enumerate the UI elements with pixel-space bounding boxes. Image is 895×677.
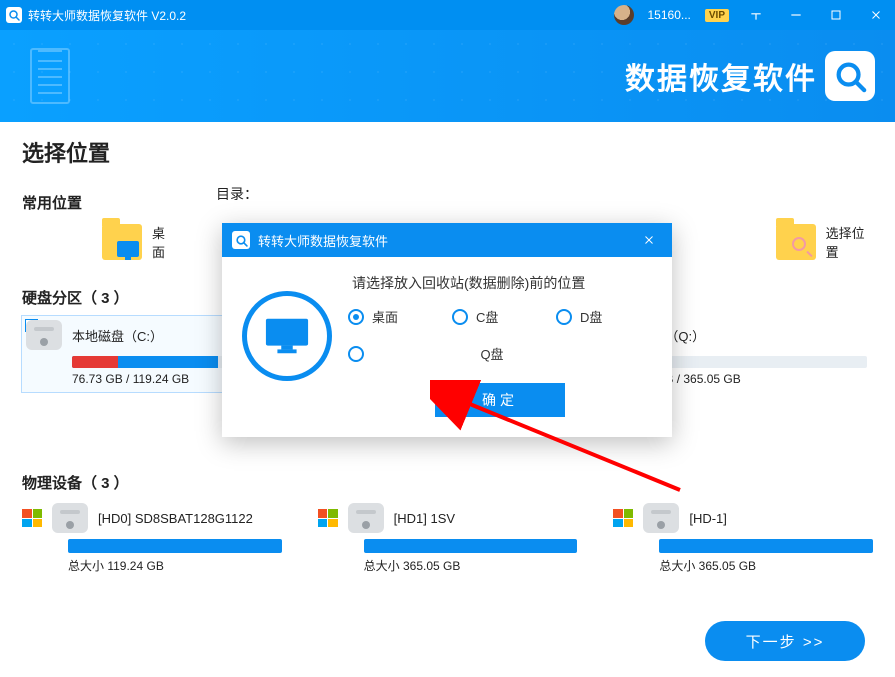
device-hd-1[interactable]: [HD-1] 总大小 365.05 GB	[613, 503, 873, 574]
device-hd0[interactable]: [HD0] SD8SBAT128G1122 总大小 119.24 GB	[22, 503, 282, 574]
desktop-item[interactable]: 桌面	[102, 223, 176, 261]
desktop-label: 桌面	[152, 223, 176, 261]
option-label: Q盘	[332, 344, 652, 363]
dialog-title: 转转大师数据恢复软件	[258, 231, 388, 250]
pin-icon[interactable]	[743, 2, 769, 28]
option-d[interactable]: D盘	[556, 307, 652, 326]
ok-button[interactable]: 确定	[435, 383, 565, 417]
minimize-icon[interactable]	[783, 2, 809, 28]
option-label: C盘	[476, 307, 498, 326]
device-size: 总大小 119.24 GB	[68, 557, 282, 574]
next-button[interactable]: 下一步 >>	[705, 621, 865, 661]
windows-icon	[613, 509, 633, 527]
app-logo-icon	[6, 7, 22, 23]
choose-location-folder-icon	[776, 224, 816, 260]
avatar[interactable]	[614, 5, 634, 25]
devices-title: 物理设备（ 3 ）	[22, 472, 873, 493]
dialog-header[interactable]: 转转大师数据恢复软件	[222, 223, 672, 257]
titlebar: 转转大师数据恢复软件 V2.0.2 15160... VIP	[0, 0, 895, 30]
device-bar	[364, 539, 578, 553]
device-name: [HD0] SD8SBAT128G1122	[98, 511, 253, 526]
windows-icon	[22, 509, 42, 527]
option-label: 桌面	[372, 307, 398, 326]
common-loc-title: 常用位置	[22, 192, 82, 213]
device-name: [HD-1]	[689, 511, 727, 526]
choose-location-label: 选择位置	[826, 223, 873, 261]
device-size: 总大小 365.05 GB	[364, 557, 578, 574]
partition-name: 本地磁盘（C:）	[72, 326, 163, 345]
option-q[interactable]	[348, 346, 364, 362]
device-name: [HD1] 1SV	[394, 511, 455, 526]
hdd-icon	[643, 503, 679, 533]
hdd-icon	[52, 503, 88, 533]
radio-icon	[452, 309, 468, 325]
option-label: D盘	[580, 307, 602, 326]
maximize-icon[interactable]	[823, 2, 849, 28]
dir-label: 目录：	[216, 184, 258, 204]
radio-icon	[348, 346, 364, 362]
hero-banner: 数据恢复软件	[0, 30, 895, 122]
device-bar	[68, 539, 282, 553]
app-title: 转转大师数据恢复软件 V2.0.2	[28, 7, 186, 24]
dialog-close-icon[interactable]	[636, 227, 662, 253]
hdd-icon	[26, 320, 62, 350]
dialog-prompt: 请选择放入回收站(数据删除)前的位置	[348, 273, 652, 293]
monitor-icon	[242, 291, 332, 381]
device-size: 总大小 365.05 GB	[659, 557, 873, 574]
desktop-folder-icon	[102, 224, 142, 260]
radio-icon	[556, 309, 572, 325]
radio-icon	[348, 309, 364, 325]
partition-bar	[639, 356, 867, 368]
windows-icon	[318, 509, 338, 527]
partition-size: 46 GB / 365.05 GB	[639, 372, 869, 386]
page-title: 选择位置	[22, 136, 873, 168]
device-bar	[659, 539, 873, 553]
option-desktop[interactable]: 桌面	[348, 307, 444, 326]
dialog-logo-icon	[232, 231, 250, 249]
hero-decor-icon	[30, 48, 70, 104]
option-c[interactable]: C盘	[452, 307, 548, 326]
user-id[interactable]: 15160...	[648, 8, 691, 22]
device-hd1[interactable]: [HD1] 1SV 总大小 365.05 GB	[318, 503, 578, 574]
hdd-icon	[348, 503, 384, 533]
location-dialog: 转转大师数据恢复软件 请选择放入回收站(数据删除)前的位置 桌面 C盘	[222, 223, 672, 437]
close-icon[interactable]	[863, 2, 889, 28]
vip-badge: VIP	[705, 9, 729, 22]
choose-location-item[interactable]: 选择位置	[776, 223, 873, 261]
